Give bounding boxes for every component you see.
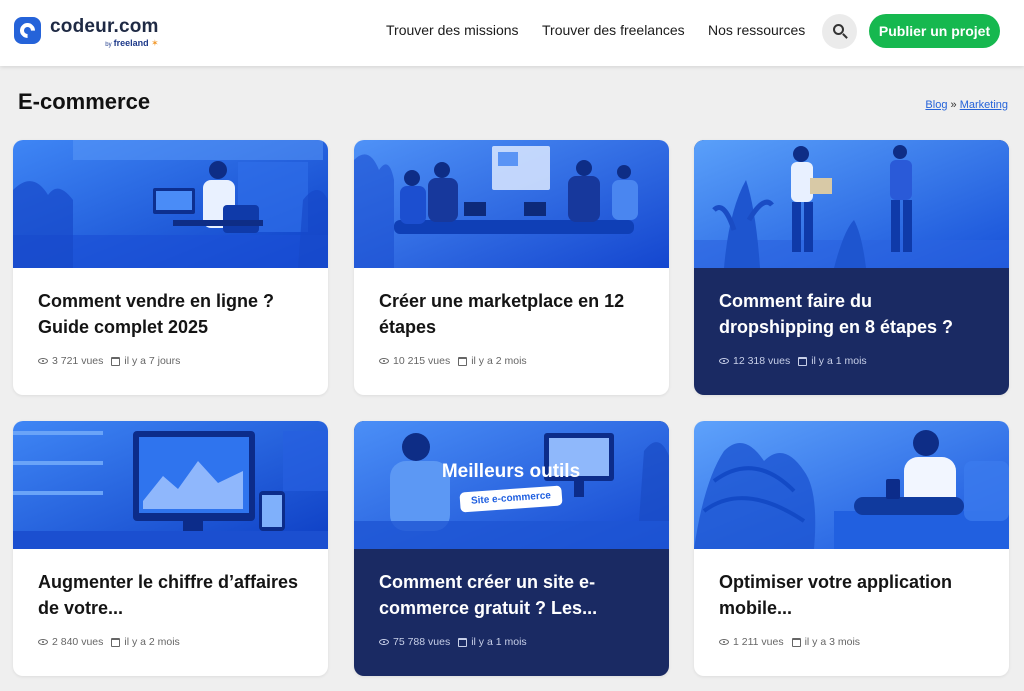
- article-meta: 75 788 vues il y a 1 mois: [379, 636, 644, 648]
- article-title[interactable]: Créer une marketplace en 12 étapes: [379, 288, 644, 340]
- breadcrumb-blog[interactable]: Blog: [925, 99, 947, 111]
- article-image: [694, 421, 1009, 549]
- article-card[interactable]: Augmenter le chiffre d’affaires de votre…: [13, 421, 328, 676]
- image-overlay-title: Meilleurs outils: [441, 461, 581, 482]
- calendar-icon: [798, 356, 808, 366]
- breadcrumb-separator: »: [950, 99, 957, 111]
- article-image: [694, 140, 1009, 268]
- breadcrumb: Blog » Marketing: [925, 99, 1008, 111]
- eye-icon: [719, 639, 729, 645]
- codeur-logo[interactable]: codeur.com by freeland ✶: [14, 17, 159, 48]
- article-title[interactable]: Comment faire du dropshipping en 8 étape…: [719, 288, 984, 340]
- publish-project-button[interactable]: Publier un projet: [869, 14, 1000, 48]
- article-meta: 10 215 vues il y a 2 mois: [379, 355, 644, 367]
- site-header: codeur.com by freeland ✶ Trouver des miss…: [0, 0, 1024, 66]
- nav-find-missions[interactable]: Trouver des missions: [386, 22, 519, 38]
- article-date: il y a 3 mois: [804, 636, 861, 648]
- page-title: E-commerce: [18, 89, 151, 114]
- article-date: il y a 2 mois: [471, 355, 527, 367]
- article-card[interactable]: Optimiser votre application mobile... 1 …: [694, 421, 1009, 676]
- article-date: il y a 1 mois: [811, 355, 867, 367]
- article-views: 2 840 vues: [52, 636, 104, 648]
- article-meta: 1 211 vues il y a 3 mois: [719, 636, 984, 648]
- article-meta: 3 721 vues il y a 7 jours: [38, 355, 303, 367]
- article-image: Meilleurs outils Site e-commerce: [354, 421, 669, 549]
- article-card[interactable]: Meilleurs outils Site e-commerce Comment…: [354, 421, 669, 676]
- calendar-icon: [458, 637, 468, 647]
- article-title[interactable]: Optimiser votre application mobile...: [719, 569, 984, 621]
- eye-icon: [38, 639, 48, 645]
- eye-icon: [379, 639, 389, 645]
- article-title[interactable]: Comment créer un site e-commerce gratuit…: [379, 569, 644, 621]
- article-image: [13, 421, 328, 549]
- search-button[interactable]: [822, 14, 857, 49]
- article-views: 75 788 vues: [393, 636, 451, 648]
- breadcrumb-marketing[interactable]: Marketing: [960, 99, 1008, 111]
- calendar-icon: [111, 356, 121, 366]
- butterfly-icon: ✶: [151, 38, 159, 48]
- article-views: 3 721 vues: [52, 355, 104, 367]
- article-image: [13, 140, 328, 268]
- article-meta: 12 318 vues il y a 1 mois: [719, 355, 984, 367]
- logo-brand-text: codeur.com: [50, 16, 159, 37]
- codeur-logo-icon: [14, 17, 41, 44]
- article-views: 12 318 vues: [733, 355, 791, 367]
- article-date: il y a 2 mois: [124, 636, 180, 648]
- article-image: [354, 140, 669, 268]
- eye-icon: [379, 358, 389, 364]
- article-date: il y a 1 mois: [471, 636, 527, 648]
- article-card[interactable]: Comment faire du dropshipping en 8 étape…: [694, 140, 1009, 395]
- article-title[interactable]: Comment vendre en ligne ? Guide complet …: [38, 288, 303, 340]
- article-date: il y a 7 jours: [124, 355, 181, 367]
- article-title[interactable]: Augmenter le chiffre d’affaires de votre…: [38, 569, 303, 621]
- article-meta: 2 840 vues il y a 2 mois: [38, 636, 303, 648]
- article-views: 10 215 vues: [393, 355, 451, 367]
- calendar-icon: [791, 637, 801, 647]
- nav-find-freelances[interactable]: Trouver des freelances: [542, 22, 685, 38]
- calendar-icon: [111, 637, 121, 647]
- calendar-icon: [458, 356, 468, 366]
- nav-resources[interactable]: Nos ressources: [708, 22, 805, 38]
- eye-icon: [719, 358, 729, 364]
- article-card[interactable]: Comment vendre en ligne ? Guide complet …: [13, 140, 328, 395]
- article-views: 1 211 vues: [733, 636, 784, 648]
- logo-sub-text: by freeland ✶: [105, 38, 159, 49]
- eye-icon: [38, 358, 48, 364]
- article-card[interactable]: Créer une marketplace en 12 étapes 10 21…: [354, 140, 669, 395]
